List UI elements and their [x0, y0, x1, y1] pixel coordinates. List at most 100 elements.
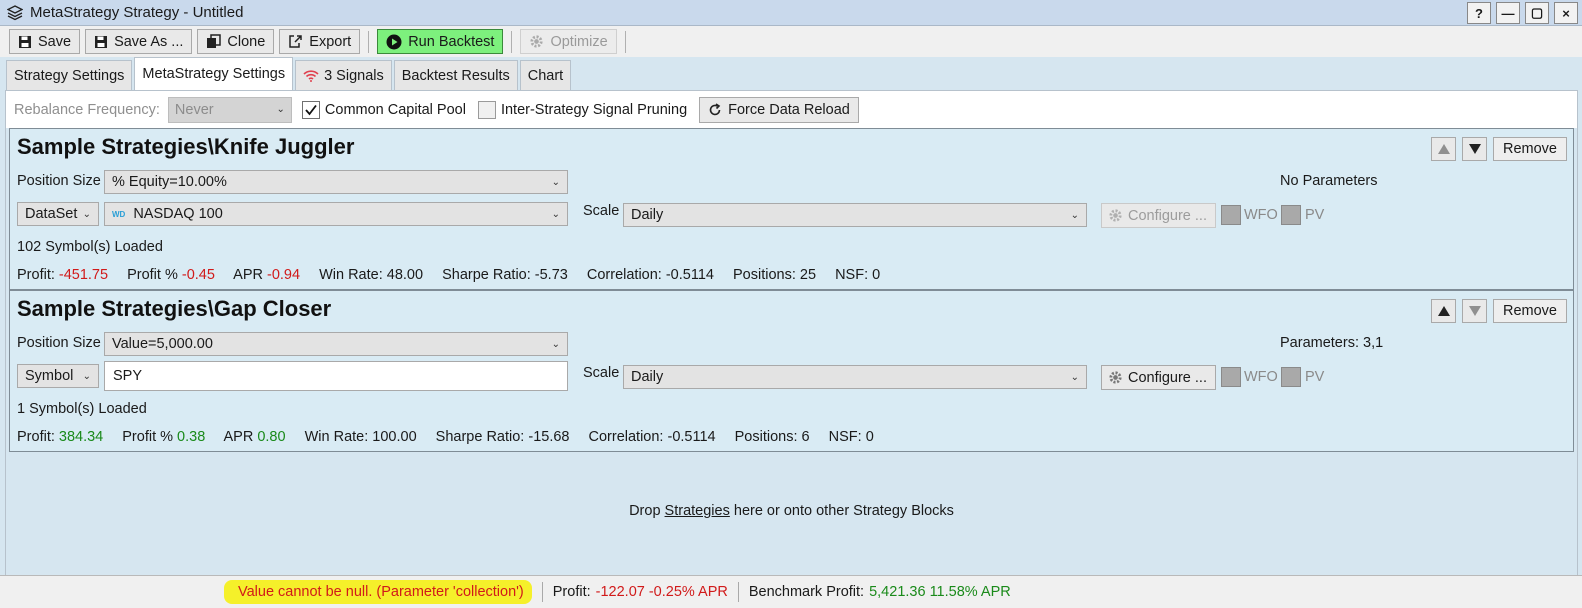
correlation-stat: Correlation: -0.5114 [586, 267, 714, 283]
optimize-label: Optimize [550, 33, 608, 50]
scale-select[interactable]: Daily ⌄ [623, 365, 1087, 389]
configure-button[interactable]: Configure ... [1101, 365, 1216, 390]
chevron-down-icon: ⌄ [551, 338, 560, 350]
floppy-disk-icon [19, 35, 31, 48]
strategy-block[interactable]: Sample Strategies\Gap Closer Remove Posi… [9, 290, 1574, 452]
strategy-name: Sample Strategies\Knife Juggler [17, 134, 355, 159]
run-backtest-button[interactable]: Run Backtest [377, 29, 504, 54]
clone-label: Clone [227, 33, 266, 50]
title-bar: MetaStrategy Strategy - Untitled ? — ▢ × [0, 0, 1582, 26]
total-profit-label: Profit: [552, 584, 591, 600]
common-capital-pool-checkbox[interactable]: Common Capital Pool [301, 100, 466, 119]
tab-label: Strategy Settings [14, 67, 125, 84]
save-as-button[interactable]: Save As ... [85, 29, 193, 54]
total-profit-value: -122.07 -0.25% APR [595, 584, 728, 600]
nsf-stat: NSF: 0 [828, 429, 874, 445]
checkmark-icon [301, 100, 320, 119]
move-up-button[interactable] [1431, 137, 1456, 161]
gear-icon [1109, 209, 1122, 222]
position-size-select[interactable]: % Equity=10.00% ⌄ [104, 170, 568, 194]
triangle-down-icon [1468, 144, 1481, 154]
dataset-select[interactable]: WD NASDAQ 100 ⌄ [104, 202, 568, 226]
move-down-button[interactable] [1462, 137, 1487, 161]
tab-backtest-results[interactable]: Backtest Results [393, 60, 518, 90]
status-bar: Value cannot be null. (Parameter 'collec… [0, 575, 1582, 608]
position-size-label: Position Size [17, 173, 101, 189]
source-type-select[interactable]: Symbol ⌄ [17, 364, 99, 388]
configure-label: Configure ... [1128, 207, 1207, 224]
remove-button[interactable]: Remove [1493, 299, 1567, 323]
tab-chart[interactable]: Chart [519, 60, 572, 90]
toolbar-separator [368, 30, 370, 53]
save-as-label: Save As ... [114, 33, 184, 50]
tab-metastrategy-settings[interactable]: MetaStrategy Settings [134, 57, 294, 90]
signal-pruning-label: Inter-Strategy Signal Pruning [500, 101, 688, 118]
position-size-value: Value=5,000.00 [112, 336, 213, 352]
clone-button[interactable]: Clone [197, 29, 275, 54]
metastrategy-panel: Rebalance Frequency: Never ⌄ Common Capi… [5, 90, 1578, 582]
pv-label: PV [1305, 369, 1325, 385]
configure-button[interactable]: Configure ... [1101, 203, 1216, 228]
save-button[interactable]: Save [9, 29, 81, 54]
wfo-toggle[interactable] [1221, 367, 1241, 387]
parameters-text: Parameters: 3,1 [1280, 335, 1384, 351]
nsf-stat: NSF: 0 [835, 267, 881, 283]
maximize-button[interactable]: ▢ [1525, 2, 1549, 24]
tab-label: 3 Signals [324, 67, 384, 84]
help-button[interactable]: ? [1467, 2, 1491, 24]
export-button[interactable]: Export [279, 29, 361, 54]
window-title: MetaStrategy Strategy - Untitled [30, 4, 244, 21]
benchmark-profit-value: 5,421.36 11.58% APR [869, 584, 1011, 600]
force-data-reload-button[interactable]: Force Data Reload [699, 96, 859, 123]
common-capital-pool-label: Common Capital Pool [324, 101, 466, 118]
refresh-icon [709, 102, 721, 115]
position-size-label: Position Size [17, 335, 101, 351]
export-icon [289, 35, 303, 48]
strategy-block[interactable]: Sample Strategies\Knife Juggler Remove P… [9, 128, 1574, 290]
source-type-value: DataSet [25, 206, 78, 222]
chevron-down-icon: ⌄ [82, 370, 91, 382]
strategies-link[interactable]: Strategies [665, 503, 730, 519]
benchmark-profit-label: Benchmark Profit: [748, 584, 865, 600]
signal-pruning-checkbox[interactable]: Inter-Strategy Signal Pruning [477, 100, 688, 119]
source-type-value: Symbol [25, 368, 74, 384]
wfo-toggle[interactable] [1221, 205, 1241, 225]
remove-button[interactable]: Remove [1493, 137, 1567, 161]
scale-value: Daily [631, 207, 664, 223]
scale-select[interactable]: Daily ⌄ [623, 203, 1087, 227]
strategy-drop-zone[interactable]: Drop Strategies here or onto other Strat… [6, 503, 1577, 519]
tab-signals[interactable]: 3 Signals [295, 60, 392, 90]
sharpe-ratio-stat: Sharpe Ratio: -15.68 [435, 429, 570, 445]
wealth-data-icon: WD [112, 209, 126, 219]
tab-label: MetaStrategy Settings [142, 66, 286, 82]
profit-pct-stat: Profit % -0.45 [127, 267, 215, 283]
pv-toggle[interactable] [1281, 205, 1301, 225]
position-size-select[interactable]: Value=5,000.00 ⌄ [104, 332, 568, 356]
toolbar: Save Save As ... Clone Export Run Backte… [0, 26, 1582, 57]
parameters-text: No Parameters [1280, 173, 1378, 189]
symbol-input[interactable]: SPY [104, 361, 568, 391]
pv-toggle[interactable] [1281, 367, 1301, 387]
tab-strategy-settings[interactable]: Strategy Settings [6, 60, 133, 90]
wfo-label: WFO [1244, 207, 1278, 223]
minimize-button[interactable]: — [1496, 2, 1520, 24]
optimize-button[interactable]: Optimize [520, 29, 617, 54]
move-up-button[interactable] [1431, 299, 1456, 323]
run-backtest-label: Run Backtest [408, 33, 495, 50]
toolbar-separator [624, 30, 626, 53]
rebalance-frequency-select[interactable]: Never ⌄ [167, 96, 292, 123]
save-label: Save [38, 33, 72, 50]
floppy-disk-icon [95, 35, 108, 48]
positions-stat: Positions: 25 [733, 267, 817, 283]
win-rate-stat: Win Rate: 100.00 [304, 429, 417, 445]
checkbox-box [477, 100, 496, 119]
close-button[interactable]: × [1554, 2, 1578, 24]
gear-icon [1109, 371, 1122, 384]
rebalance-frequency-label: Rebalance Frequency: [14, 101, 160, 118]
move-down-button[interactable] [1462, 299, 1487, 323]
tab-label: Backtest Results [401, 67, 510, 84]
gear-icon [530, 35, 544, 48]
triangle-up-icon [1437, 306, 1450, 316]
scale-label: Scale [583, 203, 620, 219]
source-type-select[interactable]: DataSet ⌄ [17, 202, 99, 226]
